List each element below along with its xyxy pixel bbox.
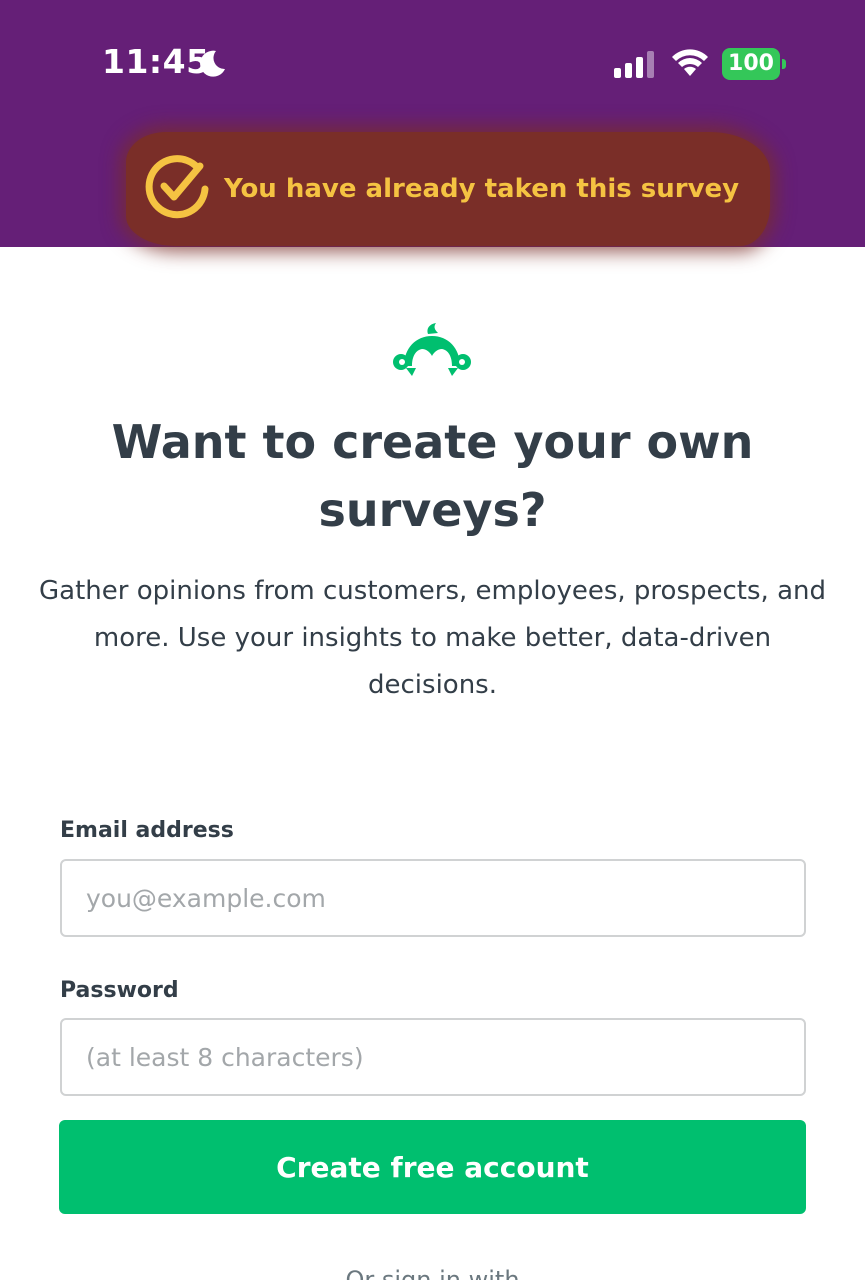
cellular-signal-icon bbox=[614, 51, 654, 78]
battery-icon: 100 bbox=[722, 48, 786, 80]
page-headline: Want to create your own surveys? bbox=[111, 415, 754, 537]
notice-text: You have already taken this survey bbox=[224, 174, 740, 204]
check-circle-icon bbox=[145, 155, 209, 219]
battery-nub bbox=[782, 59, 786, 69]
email-label: Email address bbox=[60, 818, 234, 843]
moon-icon bbox=[200, 50, 225, 77]
sign-in-with-text: Or sign in with bbox=[345, 1266, 520, 1280]
create-account-button[interactable]: Create free account bbox=[59, 1120, 806, 1214]
status-bar: 11:45 100 bbox=[0, 0, 865, 120]
surveymonkey-logo-icon bbox=[393, 323, 471, 376]
battery-level: 100 bbox=[722, 48, 780, 80]
status-time: 11:45 bbox=[102, 42, 210, 81]
password-field[interactable] bbox=[60, 1018, 806, 1096]
email-field[interactable] bbox=[60, 859, 806, 937]
header-banner: 11:45 100 You have already taken this su… bbox=[0, 0, 865, 247]
page-subtext: Gather opinions from customers, employee… bbox=[39, 576, 826, 700]
wifi-icon bbox=[672, 49, 708, 76]
password-label: Password bbox=[60, 978, 179, 1003]
